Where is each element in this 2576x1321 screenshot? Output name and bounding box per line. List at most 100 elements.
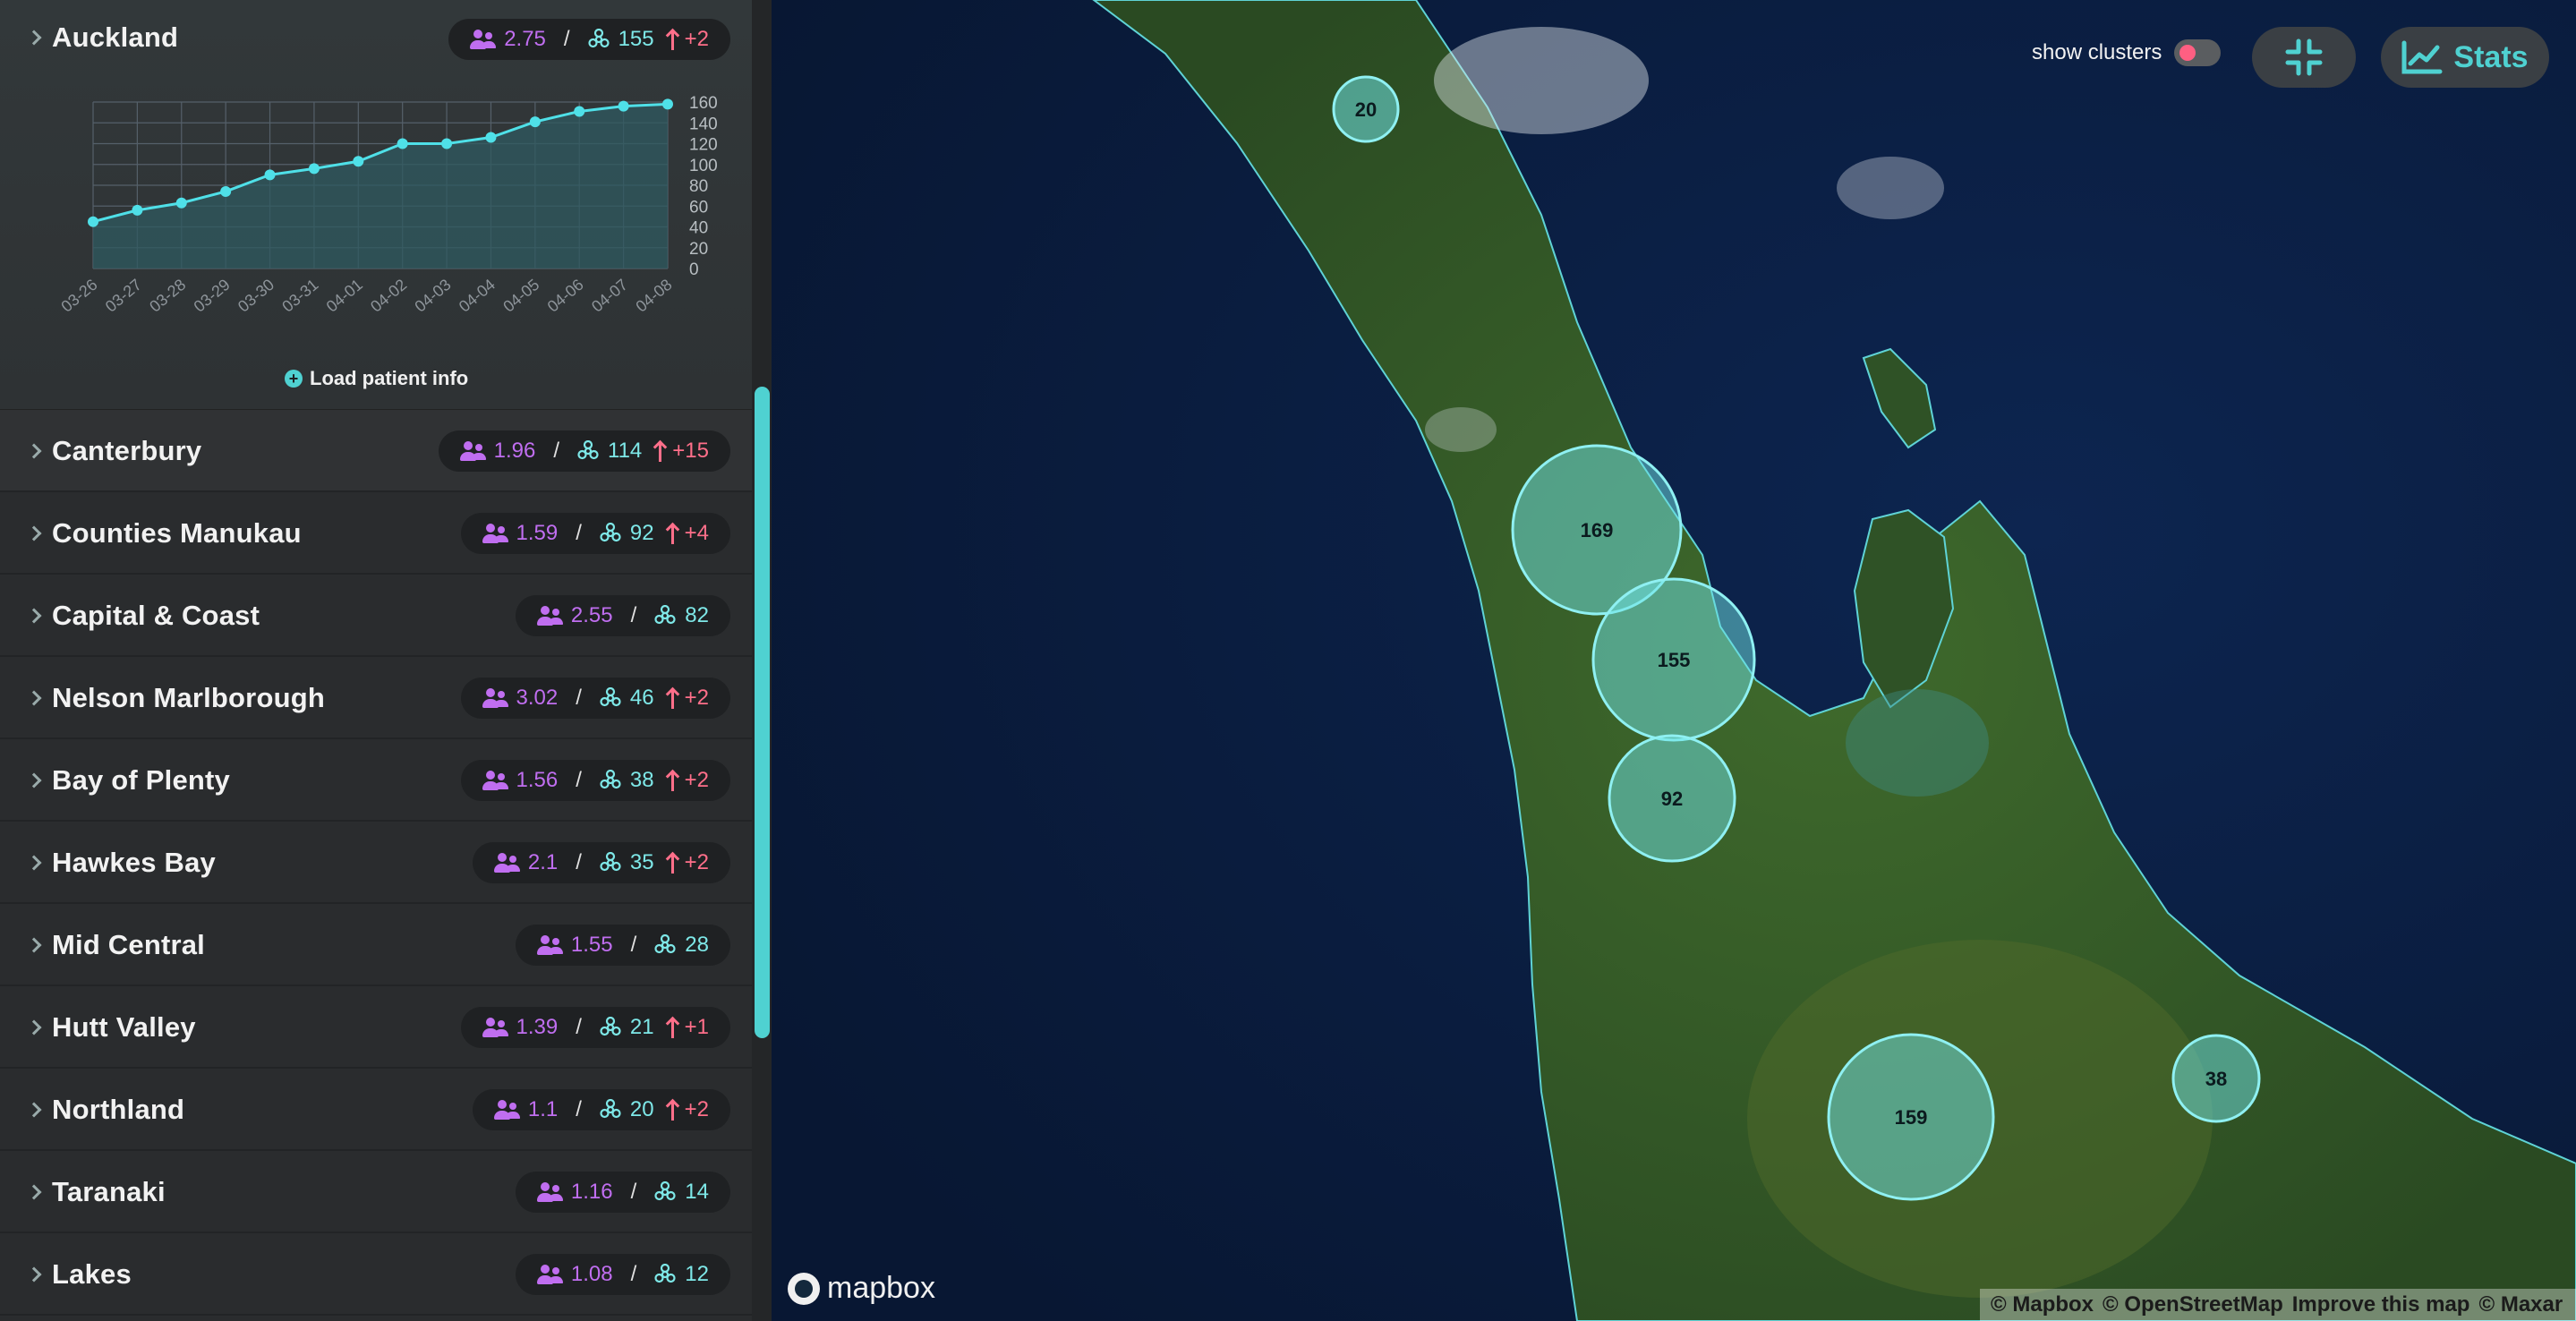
chart-y-tick-label: 20	[689, 240, 708, 259]
stats-label: Stats	[2453, 39, 2529, 74]
attribution-mapbox-link[interactable]: © Mapbox	[1991, 1292, 2094, 1317]
regions-sidebar: Auckland 2.75 / 155 +2 0 20 40 60 80 100 120 14…	[0, 0, 772, 1321]
cluster-marker[interactable]: 92	[1608, 734, 1736, 863]
region-row[interactable]: Nelson Marlborough 3.02 / 46 +2	[0, 657, 752, 739]
per-thousand-value: 1.08	[570, 1262, 613, 1286]
cluster-marker[interactable]: 20	[1332, 75, 1400, 143]
increase-value: +1	[684, 1015, 709, 1039]
region-stats-pill: 1.1 / 20 +2	[472, 1089, 730, 1130]
per-thousand-value: 2.1	[527, 850, 559, 874]
chart-point	[175, 197, 187, 209]
sidebar-scrollbar-thumb[interactable]	[755, 387, 770, 1038]
chevron-right-icon	[25, 1266, 43, 1283]
biohazard-icon	[600, 1099, 621, 1119]
biohazard-icon	[654, 934, 676, 954]
chart-y-tick-label: 120	[689, 136, 718, 155]
per-thousand-value: 1.55	[570, 933, 613, 957]
region-row[interactable]: Counties Manukau 1.59 / 92 +4	[0, 492, 752, 575]
attribution-osm-link[interactable]: © OpenStreetMap	[2103, 1292, 2283, 1317]
region-stats-pill: 2.1 / 35 +2	[472, 842, 730, 883]
per-thousand-value: 1.96	[493, 439, 536, 463]
increase-value: +2	[684, 1097, 709, 1121]
region-row[interactable]: Taranaki 1.16 / 14	[0, 1151, 752, 1233]
attribution-maxar-link[interactable]: © Maxar	[2478, 1292, 2563, 1317]
show-clusters-toggle[interactable]: show clusters	[2032, 39, 2222, 66]
arrow-up-icon	[654, 440, 667, 462]
biohazard-icon	[654, 1264, 676, 1283]
region-row[interactable]: Mid Central 1.55 / 28	[0, 904, 752, 986]
region-row[interactable]: Bay of Plenty 1.56 / 38 +2	[0, 739, 752, 822]
chevron-right-icon	[25, 524, 43, 542]
chart-point	[88, 216, 98, 227]
people-icon	[536, 935, 564, 955]
stats-separator: /	[576, 686, 582, 710]
chevron-right-icon	[25, 689, 43, 707]
map-view[interactable]: 20 169 155 92 159 38	[772, 0, 2576, 1321]
people-icon	[493, 853, 521, 873]
load-patient-info-label: Load patient info	[310, 367, 469, 389]
cases-value: 21	[629, 1015, 654, 1039]
stats-button[interactable]: Stats	[2381, 27, 2549, 88]
region-name: Auckland	[52, 21, 179, 53]
chart-point	[132, 204, 143, 216]
cases-value: 82	[685, 603, 709, 627]
map-canvas[interactable]: 20 169 155 92 159 38	[772, 0, 2576, 1321]
region-name: Mid Central	[52, 929, 205, 960]
region-row[interactable]: Capital & Coast 2.55 / 82	[0, 575, 752, 657]
region-name: Bay of Plenty	[52, 764, 230, 796]
region-header[interactable]: Auckland 2.75 / 155 +2	[0, 0, 752, 77]
toggle-switch[interactable]	[2174, 39, 2222, 66]
region-stats-pill: 2.75 / 155 +2	[448, 19, 730, 60]
show-clusters-label: show clusters	[2032, 40, 2162, 64]
region-row[interactable]: Lakes 1.08 / 12	[0, 1233, 752, 1316]
biohazard-icon	[600, 852, 621, 872]
cluster-marker[interactable]: 38	[2171, 1034, 2261, 1123]
chart-line-icon	[2401, 40, 2443, 74]
chevron-right-icon	[25, 854, 43, 872]
chart-point	[574, 106, 585, 117]
mapbox-logo[interactable]: mapbox	[788, 1271, 935, 1306]
per-thousand-value: 1.59	[516, 521, 559, 545]
chart-y-tick-label: 60	[689, 198, 708, 217]
region-name: Capital & Coast	[52, 600, 260, 631]
increase-value: +2	[684, 768, 709, 792]
chart-point	[485, 132, 497, 143]
people-icon	[536, 606, 564, 626]
biohazard-icon	[577, 440, 599, 460]
people-icon	[470, 30, 497, 49]
cluster-count: 155	[1658, 649, 1691, 671]
arrow-up-icon	[667, 852, 679, 874]
chart-y-tick-label: 100	[689, 157, 718, 175]
people-icon	[482, 688, 509, 708]
per-thousand-value: 1.56	[516, 768, 559, 792]
chart-x-tick-label: 03-26	[57, 276, 100, 316]
region-row[interactable]: Hawkes Bay 2.1 / 35 +2	[0, 822, 752, 904]
chart-point	[662, 98, 673, 110]
region-name: Taranaki	[52, 1176, 166, 1207]
chevron-right-icon	[25, 29, 43, 47]
chart-x-tick-label: 03-31	[278, 276, 321, 316]
chart-point	[220, 185, 232, 197]
people-icon	[482, 524, 509, 543]
cluster-marker[interactable]: 155	[1591, 577, 1756, 742]
region-stats-pill: 2.55 / 82	[515, 595, 730, 636]
region-row[interactable]: Northland 1.1 / 20 +2	[0, 1069, 752, 1151]
region-name: Nelson Marlborough	[52, 682, 325, 713]
region-row[interactable]: Canterbury 1.96 / 114 +15	[0, 410, 752, 492]
load-patient-info-button[interactable]: + Load patient info	[285, 367, 468, 390]
collapse-button[interactable]	[2252, 27, 2356, 88]
stats-separator: /	[630, 603, 637, 627]
improve-map-link[interactable]: Improve this map	[2292, 1292, 2470, 1317]
chart-x-tick-label: 03-27	[102, 276, 145, 316]
chart-area	[93, 104, 668, 268]
people-icon	[536, 1265, 564, 1284]
people-icon	[482, 771, 509, 790]
region-row[interactable]: Hutt Valley 1.39 / 21 +1	[0, 986, 752, 1069]
cloud	[1837, 157, 1944, 219]
cluster-count: 20	[1355, 98, 1377, 121]
biohazard-icon	[654, 1181, 676, 1201]
cluster-count: 169	[1581, 519, 1614, 541]
cluster-marker[interactable]: 159	[1827, 1033, 1995, 1201]
region-name: Hutt Valley	[52, 1011, 196, 1043]
cases-value: 155	[618, 27, 654, 51]
